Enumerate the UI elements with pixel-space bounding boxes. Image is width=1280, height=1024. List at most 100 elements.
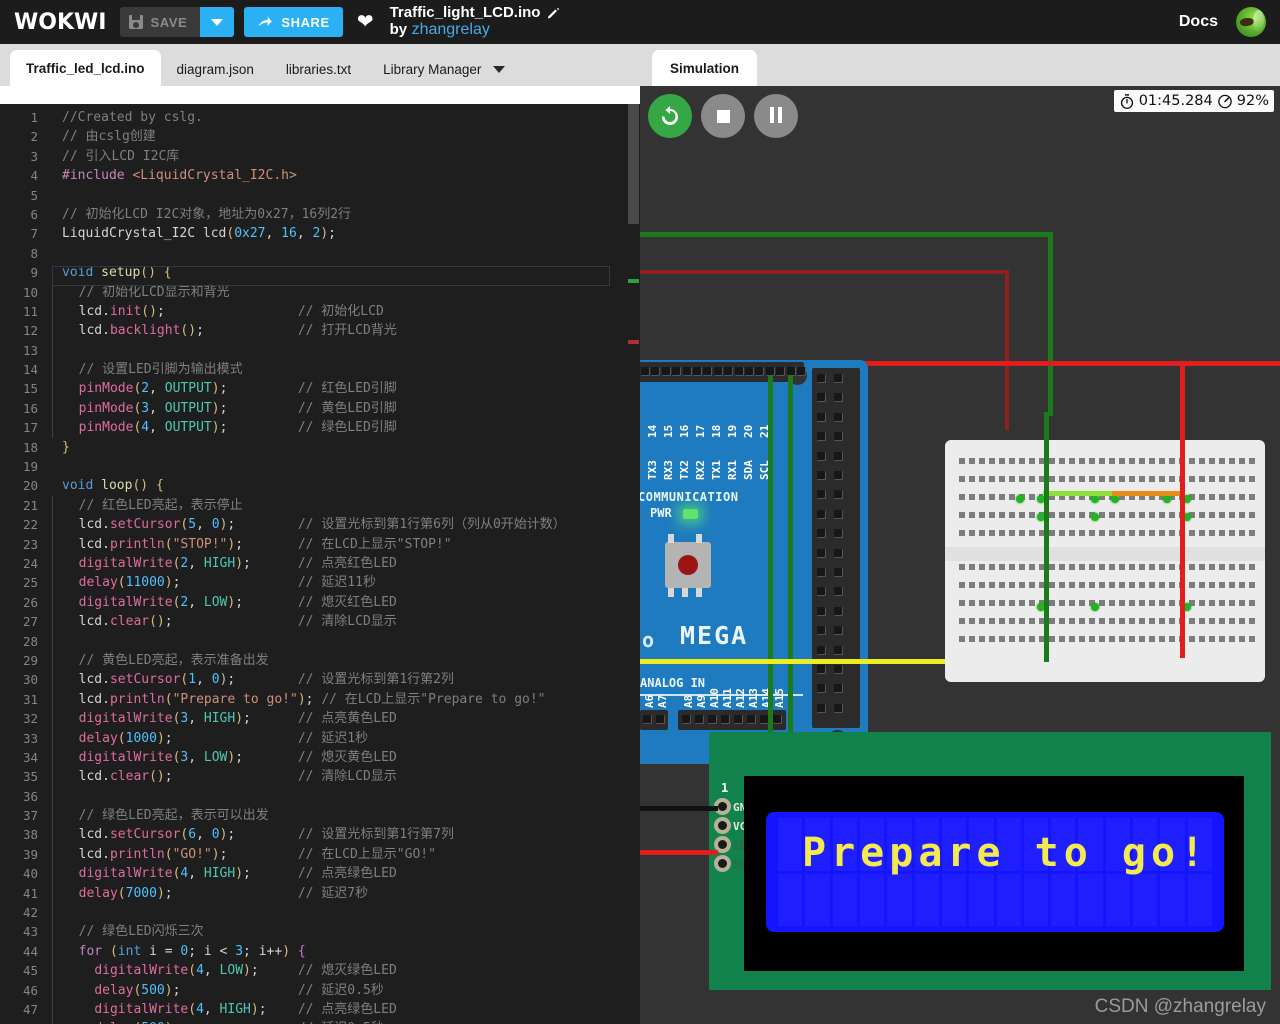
header-hole[interactable] (834, 529, 843, 538)
breadboard-hole[interactable] (1149, 618, 1155, 624)
breadboard-hole[interactable] (1059, 636, 1065, 642)
breadboard-hole-connected[interactable] (1091, 603, 1099, 611)
breadboard-hole[interactable] (1249, 476, 1255, 482)
breadboard-hole[interactable] (1099, 600, 1105, 606)
breadboard-hole-connected[interactable] (1111, 495, 1119, 503)
breadboard-hole[interactable] (1169, 512, 1175, 518)
breadboard-hole[interactable] (989, 600, 995, 606)
breadboard-hole[interactable] (1239, 564, 1245, 570)
header-hole[interactable] (817, 490, 826, 499)
breadboard-hole[interactable] (1149, 458, 1155, 464)
breadboard-hole[interactable] (1089, 618, 1095, 624)
breadboard-hole[interactable] (1159, 458, 1165, 464)
breadboard-hole[interactable] (1029, 458, 1035, 464)
header-hole[interactable] (766, 367, 775, 376)
breadboard-hole[interactable] (979, 600, 985, 606)
header-hole[interactable] (672, 367, 681, 376)
header-hole[interactable] (817, 374, 826, 383)
header-hole[interactable] (643, 715, 652, 724)
breadboard-hole[interactable] (1139, 530, 1145, 536)
breadboard-hole[interactable] (1029, 512, 1035, 518)
breadboard-hole[interactable] (1099, 636, 1105, 642)
breadboard-hole[interactable] (1099, 618, 1105, 624)
breadboard-hole[interactable] (1079, 636, 1085, 642)
breadboard-hole[interactable] (1069, 636, 1075, 642)
breadboard-hole[interactable] (1069, 564, 1075, 570)
wire-darkred-drop[interactable] (1005, 270, 1009, 430)
breadboard-hole[interactable] (1099, 530, 1105, 536)
breadboard-hole[interactable] (1109, 564, 1115, 570)
breadboard-hole[interactable] (999, 582, 1005, 588)
breadboard-hole[interactable] (1069, 476, 1075, 482)
breadboard-hole[interactable] (1099, 582, 1105, 588)
breadboard-hole[interactable] (1099, 476, 1105, 482)
header-hole[interactable] (834, 510, 843, 519)
breadboard-hole[interactable] (1089, 564, 1095, 570)
breadboard-hole[interactable] (1199, 530, 1205, 536)
lcd-pad-vcc[interactable] (714, 817, 731, 834)
header-hole[interactable] (834, 549, 843, 558)
breadboard-hole[interactable] (1049, 512, 1055, 518)
breadboard-hole[interactable] (1029, 618, 1035, 624)
breadboard-hole[interactable] (1119, 600, 1125, 606)
breadboard-hole[interactable] (989, 458, 995, 464)
header-hole[interactable] (773, 715, 782, 724)
breadboard-hole[interactable] (1219, 494, 1225, 500)
breadboard-hole[interactable] (1139, 564, 1145, 570)
breadboard-hole[interactable] (1139, 476, 1145, 482)
breadboard-hole[interactable] (1169, 600, 1175, 606)
header-hole[interactable] (693, 367, 702, 376)
breadboard-hole[interactable] (1049, 618, 1055, 624)
breadboard-hole[interactable] (1019, 530, 1025, 536)
breadboard-hole[interactable] (1249, 494, 1255, 500)
breadboard-hole[interactable] (1159, 530, 1165, 536)
breadboard-hole[interactable] (989, 494, 995, 500)
breadboard-hole[interactable] (1129, 530, 1135, 536)
breadboard-hole[interactable] (989, 512, 995, 518)
breadboard-hole[interactable] (1219, 530, 1225, 536)
breadboard-hole[interactable] (1199, 564, 1205, 570)
docs-link[interactable]: Docs (1179, 13, 1218, 31)
breadboard-hole[interactable] (1029, 600, 1035, 606)
breadboard-hole[interactable] (1159, 476, 1165, 482)
breadboard-hole[interactable] (1159, 564, 1165, 570)
editor-scrollbar-thumb[interactable] (628, 104, 639, 224)
breadboard-hole[interactable] (969, 564, 975, 570)
breadboard-hole[interactable] (1189, 636, 1195, 642)
breadboard-hole[interactable] (999, 512, 1005, 518)
header-hole[interactable] (817, 529, 826, 538)
breadboard-hole[interactable] (979, 564, 985, 570)
breadboard-hole[interactable] (1249, 530, 1255, 536)
editor-scrollbar[interactable] (627, 104, 640, 1024)
breadboard-hole[interactable] (1209, 636, 1215, 642)
header-hole[interactable] (834, 393, 843, 402)
breadboard-hole[interactable] (1099, 458, 1105, 464)
breadboard-hole-connected[interactable] (1091, 513, 1099, 521)
header-hole[interactable] (817, 665, 826, 674)
header-hole[interactable] (734, 715, 743, 724)
breadboard-hole[interactable] (1239, 512, 1245, 518)
header-hole[interactable] (817, 393, 826, 402)
breadboard-hole[interactable] (1009, 494, 1015, 500)
header-hole[interactable] (817, 549, 826, 558)
breadboard-hole[interactable] (1219, 564, 1225, 570)
breadboard-hole[interactable] (1059, 582, 1065, 588)
breadboard-hole[interactable] (1169, 582, 1175, 588)
header-hole[interactable] (817, 432, 826, 441)
breadboard-hole[interactable] (1209, 530, 1215, 536)
breadboard-hole[interactable] (1159, 582, 1165, 588)
breadboard-hole[interactable] (1169, 458, 1175, 464)
breadboard-hole[interactable] (1169, 564, 1175, 570)
breadboard-hole[interactable] (1079, 512, 1085, 518)
breadboard-hole[interactable] (969, 476, 975, 482)
breadboard-hole[interactable] (1109, 512, 1115, 518)
breadboard-hole[interactable] (1029, 582, 1035, 588)
breadboard-hole[interactable] (1009, 530, 1015, 536)
breadboard-hole[interactable] (1229, 636, 1235, 642)
tab-simulation[interactable]: Simulation (652, 50, 757, 86)
tab-libraries-txt[interactable]: libraries.txt (270, 52, 367, 86)
breadboard-hole[interactable] (1199, 512, 1205, 518)
breadboard-hole[interactable] (1219, 512, 1225, 518)
header-hole[interactable] (797, 367, 806, 376)
header-hole[interactable] (834, 432, 843, 441)
